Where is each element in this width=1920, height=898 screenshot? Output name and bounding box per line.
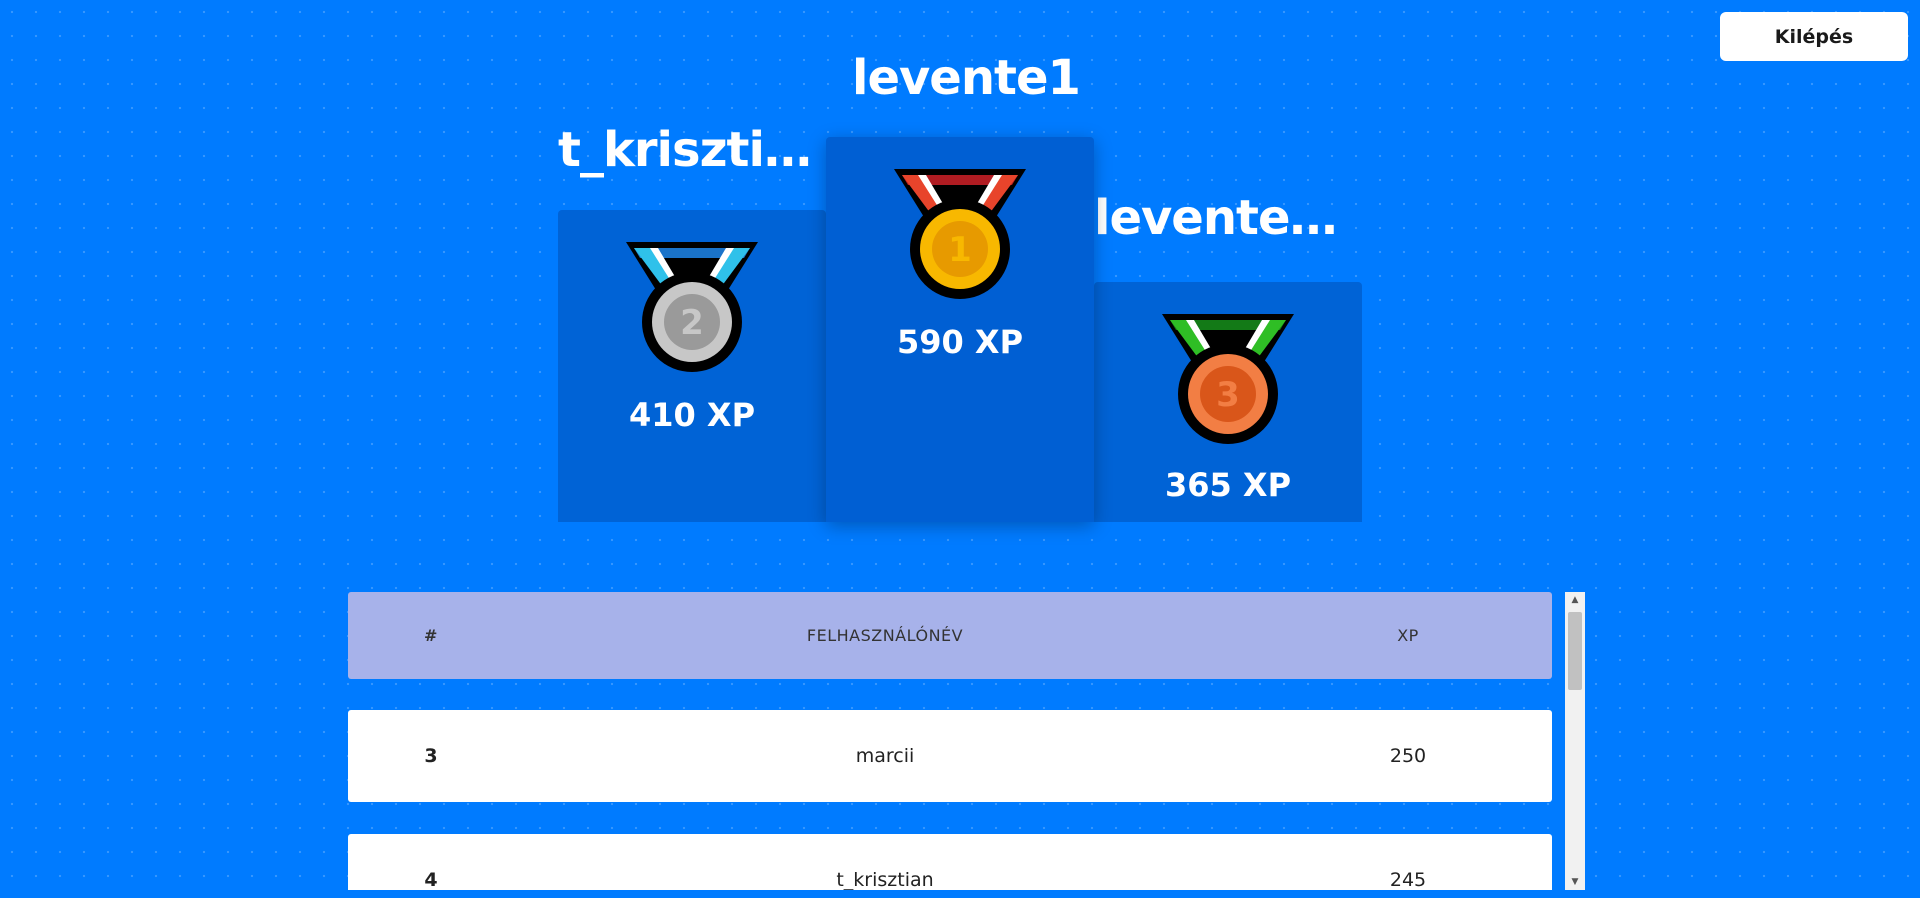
silver-medal-icon: 2: [626, 242, 758, 372]
gold-medal-digit: 1: [948, 230, 972, 270]
podium-second-name: t_kriszti…: [558, 122, 812, 178]
podium-third-xp: 365 XP: [1164, 466, 1292, 504]
silver-medal-digit: 2: [680, 303, 704, 343]
podium-first-xp: 590 XP: [896, 323, 1024, 361]
podium-first-place: 1 590 XP: [826, 137, 1094, 522]
scroll-up-icon[interactable]: ▲: [1565, 592, 1585, 608]
podium-second-place: 2 410 XP: [558, 210, 826, 522]
leaderboard-table[interactable]: # FELHASZNÁLÓNÉV XP 3 marcii 250 4 t_kri…: [348, 592, 1585, 890]
podium-second-xp: 410 XP: [628, 396, 756, 434]
podium-first-name: levente1: [852, 50, 1081, 106]
bronze-medal-icon: 3: [1162, 314, 1294, 444]
header-username: FELHASZNÁLÓNÉV: [806, 626, 964, 645]
logout-button[interactable]: Kilépés: [1720, 12, 1908, 61]
table-row: 4 t_krisztian 245: [348, 834, 1552, 890]
scroll-down-icon[interactable]: ▼: [1565, 874, 1585, 890]
row-rank: 3: [424, 745, 438, 767]
header-rank: #: [424, 626, 438, 645]
row-username: t_krisztian: [836, 869, 934, 890]
gold-medal-icon: 1: [894, 169, 1026, 299]
row-rank: 4: [424, 869, 438, 890]
bronze-medal-digit: 3: [1216, 375, 1240, 415]
row-xp: 245: [1389, 869, 1427, 890]
podium-third-place: 3 365 XP: [1094, 282, 1362, 522]
row-xp: 250: [1389, 745, 1427, 767]
table-row: 3 marcii 250: [348, 710, 1552, 802]
header-xp: XP: [1397, 626, 1419, 645]
table-scrollbar[interactable]: ▲ ▼: [1565, 592, 1585, 890]
row-username: marcii: [855, 745, 915, 767]
podium-third-name: levente…: [1094, 190, 1338, 246]
table-header: # FELHASZNÁLÓNÉV XP: [348, 592, 1552, 679]
scroll-thumb[interactable]: [1568, 612, 1582, 690]
